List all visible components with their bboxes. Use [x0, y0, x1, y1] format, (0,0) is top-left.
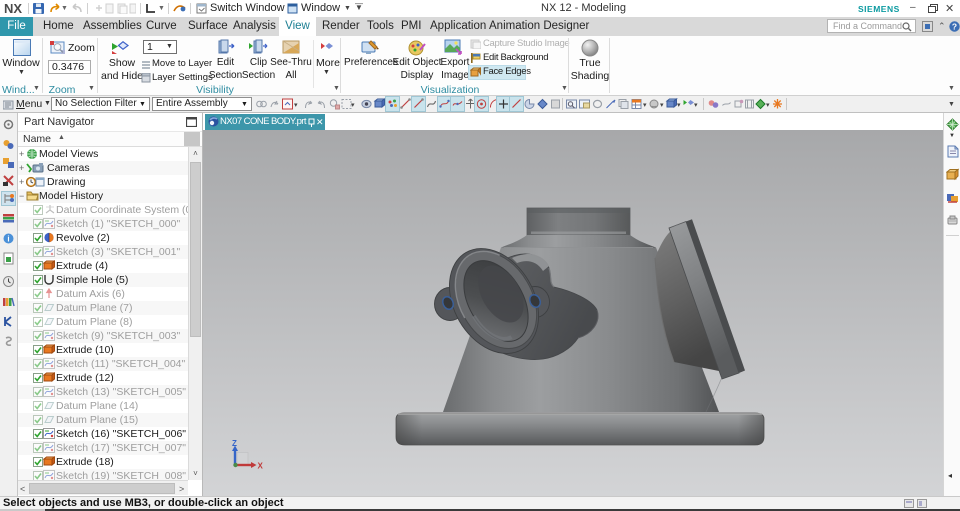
svg-text:X: X: [258, 462, 264, 471]
svg-text:i: i: [7, 235, 9, 244]
svg-text:Z: Z: [232, 439, 237, 448]
svg-text:?: ?: [952, 22, 957, 32]
